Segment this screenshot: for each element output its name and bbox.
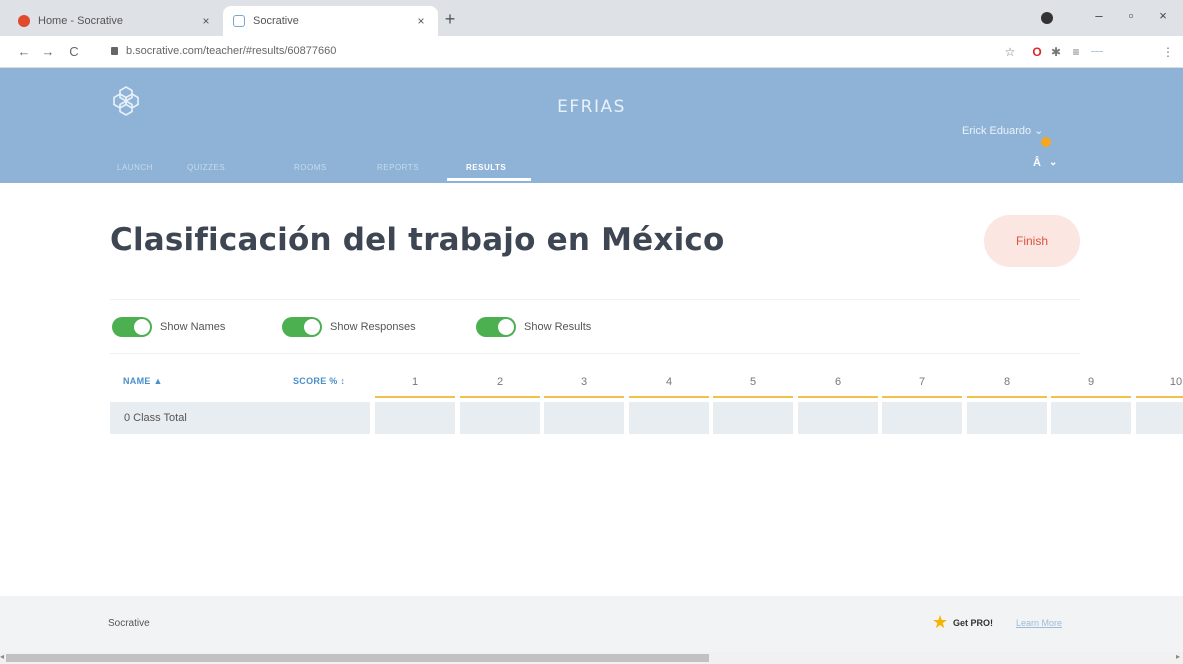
room-name: EFRIAS (557, 97, 626, 117)
question-column-header[interactable]: 2 (460, 376, 540, 388)
response-cell (375, 402, 455, 434)
nav-tab-rooms[interactable]: Rooms (294, 163, 327, 172)
close-tab-icon[interactable]: × (199, 14, 213, 28)
show-names-toggle[interactable]: Show Names (112, 317, 225, 337)
browser-tab-socrative[interactable]: Socrative × (223, 6, 438, 36)
close-tab-icon[interactable]: × (414, 14, 428, 28)
response-cell (1136, 402, 1183, 434)
scrollbar-thumb[interactable] (6, 654, 709, 662)
tab-title: Home - Socrative (38, 15, 123, 27)
lock-icon (111, 47, 118, 55)
language-icon: Å (1033, 156, 1041, 169)
response-cell (882, 402, 962, 434)
question-column-header[interactable]: 6 (798, 376, 878, 388)
footer: Socrative ★ Get PRO! Learn More (0, 596, 1183, 652)
show-responses-toggle[interactable]: Show Responses (282, 317, 416, 337)
question-column-header[interactable]: 10 (1136, 376, 1183, 388)
question-underline (1051, 396, 1131, 398)
question-underline (713, 396, 793, 398)
score-column-header[interactable]: SCORE % ↕ (293, 376, 345, 386)
question-column-header[interactable]: 1 (375, 376, 455, 388)
language-menu[interactable]: Å ⌄ (1033, 155, 1057, 169)
tab-title: Socrative (253, 15, 299, 27)
reload-button[interactable]: C (66, 44, 82, 59)
response-cell (460, 402, 540, 434)
question-underline (629, 396, 709, 398)
question-underline (460, 396, 540, 398)
question-column-header[interactable]: 4 (629, 376, 709, 388)
toggle-switch[interactable] (282, 317, 322, 337)
extensions-icon[interactable]: ✱ (1048, 45, 1064, 59)
toggle-label: Show Names (160, 321, 226, 333)
nav-tab-results[interactable]: Results (466, 163, 506, 172)
divider (110, 299, 1080, 300)
footer-brand: Socrative (108, 618, 150, 629)
app-header: EFRIAS Erick Eduardo ⌄ Launch Quizzes Ro… (0, 68, 1183, 183)
question-column-header[interactable]: 3 (544, 376, 624, 388)
address-bar: ← → C b.socrative.com/teacher/#results/6… (0, 36, 1183, 68)
question-column-header[interactable]: 8 (967, 376, 1047, 388)
response-cell (798, 402, 878, 434)
toggle-switch[interactable] (476, 317, 516, 337)
reading-list-icon[interactable]: ≡ (1068, 45, 1084, 59)
horizontal-scrollbar[interactable]: ◂ ▸ (0, 652, 1183, 664)
scroll-left-icon[interactable]: ◂ (0, 652, 4, 661)
new-tab-button[interactable]: + (440, 9, 460, 30)
extension-badge-icon[interactable]: ~~~ (1086, 49, 1108, 56)
svg-text:Å: Å (1033, 156, 1041, 169)
profile-icon[interactable] (1041, 12, 1053, 24)
response-cell (629, 402, 709, 434)
back-button[interactable]: ← (16, 44, 32, 59)
nav-tab-reports[interactable]: Reports (377, 163, 419, 172)
active-tab-underline (447, 178, 531, 181)
minimize-button[interactable]: – (1089, 8, 1109, 23)
class-total-row: 0 Class Total (110, 402, 370, 434)
get-pro-text: Get PRO! (953, 618, 994, 628)
browser-tab-home[interactable]: Home - Socrative × (8, 6, 223, 36)
star-icon: ★ (932, 612, 949, 632)
question-underline (882, 396, 962, 398)
name-column-header[interactable]: NAME ▲ (123, 376, 163, 386)
url-text: b.socrative.com/teacher/#results/6087766… (126, 45, 337, 57)
question-underline (967, 396, 1047, 398)
response-cell (1051, 402, 1131, 434)
bookmark-star-icon[interactable]: ☆ (1002, 45, 1018, 59)
socrative-favicon-icon (18, 15, 30, 27)
browser-menu-icon[interactable]: ⋮ (1160, 45, 1176, 59)
show-results-toggle[interactable]: Show Results (476, 317, 591, 337)
socrative-hex-favicon-icon (233, 15, 245, 27)
response-cell (713, 402, 793, 434)
toggle-label: Show Responses (330, 321, 416, 333)
url-field[interactable]: b.socrative.com/teacher/#results/6087766… (111, 45, 336, 57)
forward-button[interactable]: → (40, 44, 56, 59)
close-window-button[interactable]: × (1153, 8, 1173, 23)
opera-extension-icon[interactable]: O (1029, 45, 1045, 59)
user-menu[interactable]: Erick Eduardo ⌄ (962, 124, 1043, 137)
toggle-switch[interactable] (112, 317, 152, 337)
question-underline (375, 396, 455, 398)
question-column-header[interactable]: 7 (882, 376, 962, 388)
notification-badge (1041, 137, 1051, 147)
response-cell (544, 402, 624, 434)
response-cell (967, 402, 1047, 434)
scroll-right-icon[interactable]: ▸ (1176, 652, 1180, 661)
toggle-label: Show Results (524, 321, 592, 333)
nav-tab-quizzes[interactable]: Quizzes (187, 163, 225, 172)
browser-tab-bar: Home - Socrative × Socrative × + – ▫ × (0, 0, 1183, 36)
page-title: Clasificación del trabajo en México (110, 222, 725, 258)
language-chevron-icon: ⌄ (1049, 156, 1058, 168)
question-underline (798, 396, 878, 398)
finish-button[interactable]: Finish (984, 215, 1080, 267)
question-underline (544, 396, 624, 398)
learn-more-link[interactable]: Learn More (1016, 618, 1062, 628)
divider (110, 353, 1080, 354)
question-column-header[interactable]: 9 (1051, 376, 1131, 388)
question-column-header[interactable]: 5 (713, 376, 793, 388)
nav-tab-launch[interactable]: Launch (117, 163, 153, 172)
maximize-button[interactable]: ▫ (1121, 8, 1141, 23)
question-underline (1136, 396, 1183, 398)
